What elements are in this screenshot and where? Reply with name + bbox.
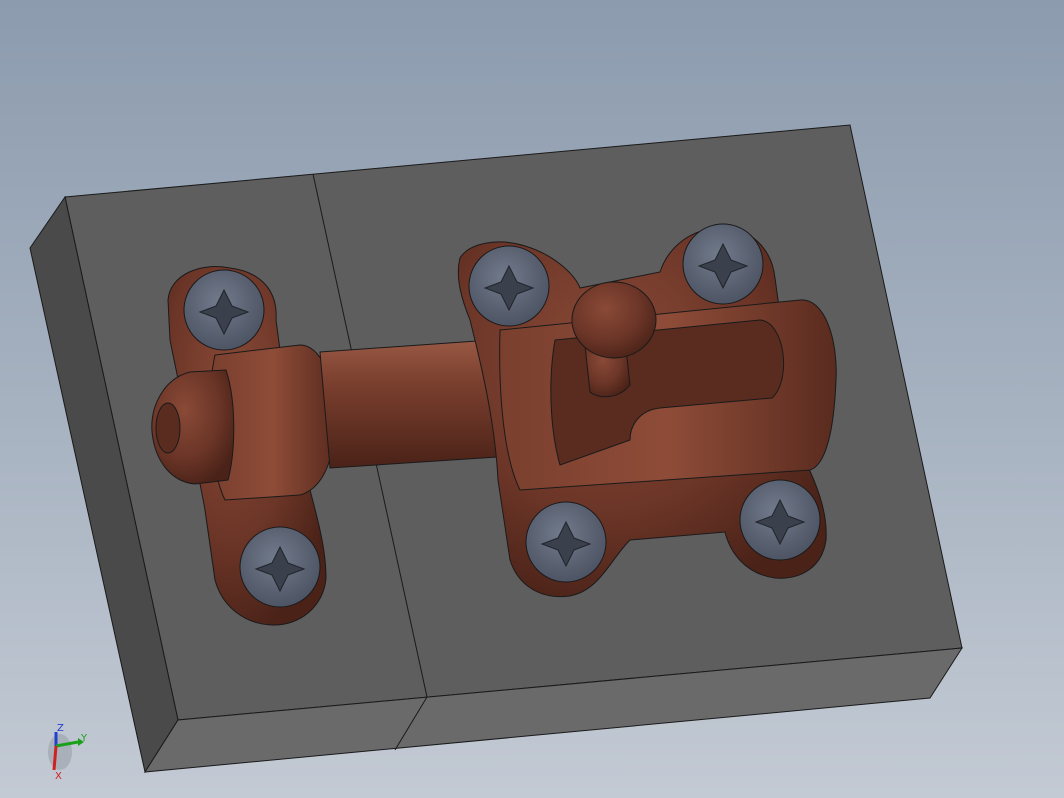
bolt-tip-face xyxy=(155,402,181,454)
x-axis-label: X xyxy=(55,771,62,782)
screw-latch-bottom-left[interactable] xyxy=(525,501,607,583)
screw-latch-bottom-right[interactable] xyxy=(739,479,821,561)
screw-latch-top-left[interactable] xyxy=(468,245,550,327)
model-scene[interactable]: Z Y X xyxy=(0,0,1064,798)
screw-keeper-top[interactable] xyxy=(183,269,265,351)
orientation-triad[interactable]: Z Y X xyxy=(48,723,88,782)
screw-latch-top-right[interactable] xyxy=(682,223,764,305)
knob-ball xyxy=(571,281,657,359)
screw-keeper-bottom[interactable] xyxy=(239,526,321,608)
x-axis xyxy=(52,745,58,771)
y-axis-label: Y xyxy=(80,733,88,744)
z-axis-label: Z xyxy=(57,723,64,734)
3d-viewport[interactable]: Z Y X xyxy=(0,0,1064,798)
triad-base xyxy=(48,734,72,770)
